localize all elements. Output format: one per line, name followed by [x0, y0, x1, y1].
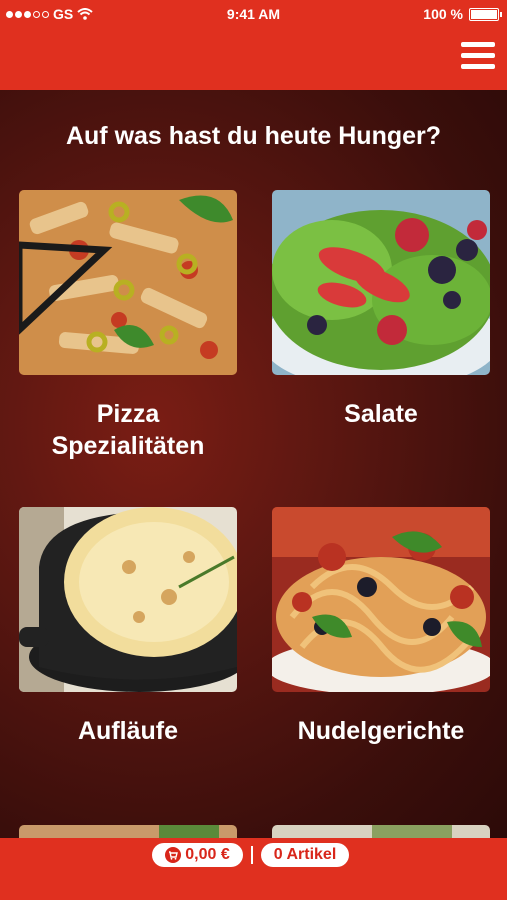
category-tile-partial-right[interactable]: [272, 825, 490, 838]
category-label-line: Salate: [344, 400, 418, 428]
category-tile-partial-left[interactable]: [19, 825, 237, 838]
cart-items-button[interactable]: 0 Artikel: [261, 843, 349, 867]
category-tile-pizza[interactable]: [19, 190, 237, 375]
category-label-line: Aufläufe: [78, 717, 178, 745]
salad-image: [272, 190, 490, 375]
page-title: Auf was hast du heute Hunger?: [65, 122, 442, 150]
hamburger-menu-icon[interactable]: [461, 42, 495, 70]
category-label-line: Nudelgerichte: [297, 717, 465, 745]
category-tile-auflaeufe[interactable]: [19, 507, 237, 692]
category-label-salate[interactable]: Salate: [272, 398, 490, 430]
partial-food-image: [272, 825, 490, 838]
category-grid: Auf was hast du heute Hunger? Pizza Spez…: [0, 90, 507, 838]
cart-separator: [251, 846, 253, 864]
cart-icon: [165, 847, 182, 863]
casserole-image: [19, 507, 237, 692]
cart-total: 0,00 €: [185, 846, 230, 863]
pizza-image: [19, 190, 237, 375]
category-label-nudelgerichte[interactable]: Nudelgerichte: [272, 715, 490, 747]
category-label-auflaeufe[interactable]: Aufläufe: [19, 715, 237, 747]
battery-icon: [469, 7, 502, 21]
cart-bar: 0,00 € 0 Artikel: [0, 838, 507, 900]
category-label-line: Spezialitäten: [51, 432, 205, 460]
battery-percentage: 100 %: [423, 6, 463, 22]
category-tile-nudelgerichte[interactable]: [272, 507, 490, 692]
category-label-pizza[interactable]: Pizza Spezialitäten: [19, 398, 237, 462]
nav-bar: [0, 28, 507, 90]
cart-total-button[interactable]: 0,00 €: [152, 843, 243, 867]
category-label-line: Pizza: [96, 400, 160, 428]
pasta-image: [272, 507, 490, 692]
status-bar: GS 9:41 AM 100 %: [0, 0, 507, 28]
cart-item-count: 0 Artikel: [273, 846, 337, 863]
partial-food-image: [19, 825, 237, 838]
category-tile-salate[interactable]: [272, 190, 490, 375]
